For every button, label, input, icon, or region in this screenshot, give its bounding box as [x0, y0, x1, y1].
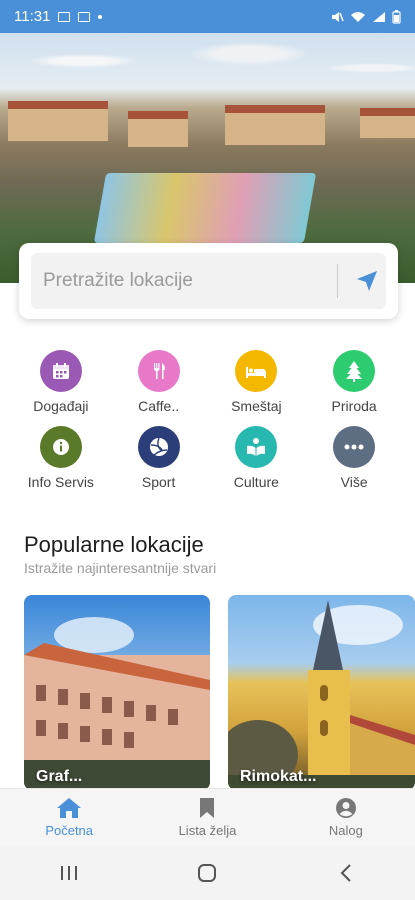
- painted-square: [93, 173, 317, 243]
- nav-label: Lista želja: [178, 823, 237, 838]
- navigation-arrow-icon: [357, 271, 377, 291]
- gallery-icon: [58, 11, 71, 22]
- back-chevron-icon: [340, 864, 351, 882]
- card-label: Rimokat...: [240, 768, 317, 785]
- location-card[interactable]: Graf...: [24, 595, 210, 790]
- category-label: Događaji: [33, 398, 89, 414]
- category-label: Smeštaj: [231, 398, 282, 414]
- nav-wishlist[interactable]: Lista želja: [138, 789, 276, 846]
- category-label: Više: [340, 474, 368, 490]
- category-label: Priroda: [331, 398, 377, 414]
- category-label: Info Servis: [27, 474, 94, 490]
- bottom-nav: Početna Lista želja Nalog: [0, 788, 415, 846]
- section-title: Popularne lokacije: [24, 532, 204, 557]
- category-label: Sport: [141, 474, 176, 490]
- category-caffe[interactable]: Caffe..: [113, 350, 205, 414]
- search-input[interactable]: [43, 270, 337, 292]
- status-bar: 11:31: [0, 0, 415, 33]
- mute-icon: [332, 11, 344, 22]
- nav-home[interactable]: Početna: [0, 789, 138, 846]
- bed-icon: [235, 350, 278, 392]
- building: [225, 105, 325, 145]
- user-icon: [335, 798, 356, 818]
- calendar-notification-icon: [78, 11, 91, 22]
- calendar-icon: [39, 350, 82, 392]
- bookmark-icon: [200, 798, 215, 818]
- dot-icon: [98, 14, 103, 19]
- recent-apps-button[interactable]: [49, 853, 89, 893]
- locate-button[interactable]: [348, 262, 386, 300]
- cutlery-icon: [137, 350, 180, 392]
- category-info-servis[interactable]: Info Servis: [15, 426, 107, 490]
- building: [128, 111, 188, 147]
- battery-icon: [392, 9, 401, 24]
- recent-apps-icon: [61, 866, 78, 880]
- book-reader-icon: [235, 426, 278, 468]
- home-square-icon: [198, 864, 217, 882]
- category-label: Caffe..: [138, 398, 180, 414]
- section-subtitle: Istražite najinteresantnije stvari: [24, 560, 217, 576]
- category-priroda[interactable]: Priroda: [308, 350, 400, 414]
- category-sport[interactable]: Sport: [113, 426, 205, 490]
- sky: [0, 33, 415, 103]
- search-box: [31, 253, 386, 309]
- category-grid: Događaji Caffe.. Smeštaj Priroda Info Se…: [0, 350, 415, 502]
- category-culture[interactable]: Culture: [210, 426, 302, 490]
- back-button[interactable]: [326, 853, 366, 893]
- nav-account[interactable]: Nalog: [277, 789, 415, 846]
- card-label: Graf...: [36, 768, 83, 785]
- category-vise[interactable]: Više: [308, 426, 400, 490]
- search-card: [19, 243, 398, 319]
- status-time: 11:31: [14, 8, 51, 25]
- location-card[interactable]: Rimokat...: [228, 595, 415, 790]
- tree-icon: [333, 350, 376, 392]
- church-photo: [228, 600, 415, 790]
- building: [8, 101, 108, 141]
- more-dots-icon: [333, 426, 376, 468]
- category-label: Culture: [233, 474, 279, 490]
- home-button[interactable]: [187, 853, 227, 893]
- popular-section: Popularne lokacije Istražite najinteresa…: [24, 532, 216, 576]
- nav-label: Početna: [45, 823, 94, 838]
- building: [360, 108, 415, 138]
- category-smestaj[interactable]: Smeštaj: [210, 350, 302, 414]
- system-nav-bar: [0, 846, 415, 900]
- info-icon: [39, 426, 82, 468]
- nav-label: Nalog: [328, 823, 363, 838]
- category-dogadjaji[interactable]: Događaji: [15, 350, 107, 414]
- home-icon: [57, 798, 82, 818]
- signal-icon: [373, 11, 385, 22]
- palace-photo: [24, 617, 210, 790]
- wifi-icon: [351, 11, 365, 22]
- search-divider: [337, 264, 338, 298]
- volleyball-icon: [137, 426, 180, 468]
